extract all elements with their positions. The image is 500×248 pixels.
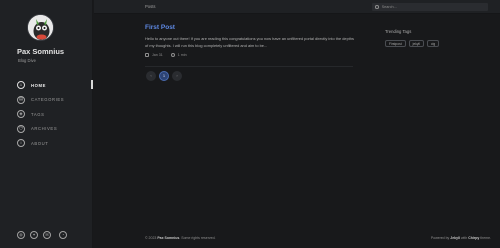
sidebar-item-home[interactable]: ⌂ HOME	[17, 78, 93, 92]
post-date: Jan 31	[145, 53, 163, 58]
sidebar-item-label: ABOUT	[31, 140, 49, 146]
sidebar-item-about[interactable]: i ABOUT	[17, 136, 93, 150]
active-indicator	[91, 80, 93, 89]
sidebar-item-label: TAGS	[31, 111, 45, 117]
breadcrumb: Posts	[145, 4, 156, 9]
tag-cig[interactable]: cig	[426, 40, 440, 47]
copyright-year: © 2023	[145, 236, 157, 240]
twitter-icon[interactable]: ✦	[30, 231, 38, 239]
clock-icon	[170, 53, 175, 58]
pagination: ‹ 1 ›	[146, 71, 185, 81]
about-icon: i	[17, 139, 25, 147]
email-icon[interactable]: ✉	[43, 231, 51, 239]
avatar[interactable]	[27, 14, 54, 41]
with-label: with	[461, 236, 468, 240]
page-1-button[interactable]: 1	[159, 71, 169, 81]
copyright-owner-link[interactable]: Pax Somnius	[157, 236, 179, 240]
powered-by-label: Powered by	[430, 236, 450, 240]
post-divider	[145, 66, 353, 67]
next-page-button[interactable]: ›	[172, 71, 182, 81]
chirpy-link[interactable]: Chirpy	[468, 236, 479, 240]
search-box[interactable]	[372, 3, 488, 11]
post-card: First Post Hello to anyone out there! If…	[145, 24, 355, 58]
topbar: Posts	[94, 0, 500, 14]
github-icon[interactable]: ◍	[17, 231, 25, 239]
sidebar-item-categories[interactable]: ▤ CATEGORIES	[17, 93, 93, 107]
tags-icon: ◈	[17, 110, 25, 118]
copyright-suffix: . Some rights reserved.	[179, 236, 216, 240]
post-read-time-text: 1 min	[177, 53, 187, 58]
post-date-text: Jan 31	[152, 53, 163, 58]
tag-jekyll[interactable]: jekyll	[408, 40, 424, 47]
post-read-time: 1 min	[170, 53, 187, 58]
categories-icon: ▤	[17, 95, 25, 104]
site-title[interactable]: Pax Somnius	[17, 47, 64, 56]
sidebar-item-archives[interactable]: ◷ ARCHIVES	[17, 122, 93, 136]
calendar-icon	[145, 53, 149, 58]
post-title[interactable]: First Post	[145, 24, 355, 31]
sidebar-item-label: ARCHIVES	[31, 126, 58, 131]
sidebar-nav: ⌂ HOME ▤ CATEGORIES ◈ TAGS ◷ ARCHIVES i …	[17, 78, 93, 151]
home-icon: ⌂	[17, 81, 25, 89]
tag-firstpost[interactable]: Firstpost	[385, 40, 406, 47]
sidebar-item-tags[interactable]: ◈ TAGS	[17, 107, 93, 121]
sidebar-item-label: CATEGORIES	[31, 97, 65, 102]
footer-copyright: © 2023 Pax Somnius. Some rights reserved…	[145, 236, 216, 240]
sidebar-item-label: HOME	[31, 82, 46, 88]
post-excerpt: Hello to anyone out there! If you are re…	[145, 36, 354, 49]
search-icon	[375, 5, 379, 9]
trending-tags: Firstpost jekyll cig	[385, 40, 442, 47]
prev-page-button[interactable]: ‹	[146, 71, 156, 81]
theme-label: theme.	[480, 236, 491, 240]
sidebar: Pax Somnius Blog Dive ⌂ HOME ▤ CATEGORIE…	[0, 0, 93, 248]
rss-icon[interactable]: ◔	[59, 231, 67, 239]
footer-powered: Powered by Jekyll with Chirpy theme.	[431, 236, 491, 240]
search-input[interactable]	[381, 5, 472, 9]
post-meta: Jan 31 1 min	[145, 53, 355, 58]
social-links: ◍ ✦ ✉ ◔	[17, 231, 72, 239]
trending-tags-heading: Trending Tags	[385, 29, 412, 34]
jekyll-link[interactable]: Jekyll	[450, 236, 460, 240]
archives-icon: ◷	[17, 124, 25, 133]
site-tagline: Blog Dive	[18, 58, 36, 63]
